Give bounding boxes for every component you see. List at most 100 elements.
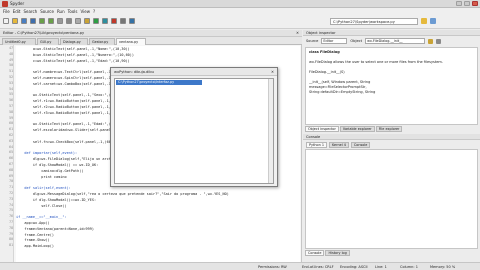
code-line: print camino <box>16 174 67 179</box>
status-bar: Permissions: RW End-of-lines: CRLF Encod… <box>0 262 480 270</box>
working-directory-input[interactable]: C:\Python27\Spyder\workspace.py <box>330 18 418 25</box>
menu-run[interactable]: Run <box>57 9 65 14</box>
line-number: 55 <box>9 92 13 97</box>
file-dialog: wxPython: dibuja.dibu ✕ C:\Python27\proy… <box>110 67 278 187</box>
editor-header: Editor - C:\Python27\Lib\proyecto\ventan… <box>0 30 302 37</box>
line-number: 80 <box>9 237 13 242</box>
maximize-button[interactable] <box>464 1 470 6</box>
object-label: Object <box>350 39 363 43</box>
right-pane: Object inspector Source Editor Object wx… <box>303 30 480 262</box>
tab-dialogs[interactable]: Dialogs.py <box>60 38 88 45</box>
tab-variable-explorer[interactable]: Variable explorer <box>339 126 375 132</box>
menu-search[interactable]: Search <box>23 9 37 14</box>
stop-icon[interactable] <box>111 18 117 24</box>
code-line: self.Close() <box>16 203 67 208</box>
minimize-button[interactable] <box>456 1 462 6</box>
dialog-file-list[interactable]: C:\Python27\proyecto\Interfaz.py <box>114 78 274 184</box>
tab-ventana[interactable]: ventana.py <box>116 38 146 45</box>
code-line: c=wx.StaticText(self.panel,-1,"Edad:",(1… <box>16 58 130 63</box>
line-number: 49 <box>9 57 13 62</box>
status-memory: Memory: 50 % <box>430 265 456 269</box>
parent-folder-icon[interactable] <box>430 18 436 24</box>
python-icon[interactable] <box>129 18 135 24</box>
redo-icon[interactable] <box>48 18 54 24</box>
tab-untitled[interactable]: Untitled0.py <box>2 38 36 45</box>
close-pane-icon[interactable]: ✕ <box>296 30 299 37</box>
line-number: 61 <box>9 127 13 132</box>
code-line: camino=dlg.GetPath() <box>16 168 84 173</box>
save-icon[interactable] <box>21 18 27 24</box>
line-number: 81 <box>9 243 13 248</box>
debug-icon[interactable] <box>102 18 108 24</box>
paste-icon[interactable] <box>75 18 81 24</box>
line-number: 59 <box>9 115 13 120</box>
line-number: 71 <box>9 185 13 190</box>
source-select[interactable]: Editor <box>321 38 348 44</box>
inspector-text-line: String defaultDir=EmptyString, String <box>309 90 376 94</box>
status-eol: End-of-lines: CRLF <box>302 265 334 269</box>
close-window-button[interactable] <box>472 1 478 6</box>
line-number: 52 <box>9 75 13 79</box>
window-title: Spyder <box>10 1 25 6</box>
line-number: 60 <box>9 121 13 126</box>
tab-console[interactable]: Console <box>350 141 371 148</box>
code-line: app=wx.App() <box>16 221 50 225</box>
menu-source[interactable]: Source <box>40 9 54 14</box>
tab-history-log[interactable]: History log <box>325 250 350 256</box>
line-number: 67 <box>9 162 13 166</box>
editor-header-label: Editor - C:\Python27\Lib\proyecto\ventan… <box>3 31 85 35</box>
line-number: 73 <box>9 196 13 201</box>
line-number: 76 <box>9 214 13 219</box>
editor-tabs: Untitled0.py GUI.py Dialogs.py Gestor.py… <box>0 37 302 45</box>
undo-icon[interactable] <box>39 18 45 24</box>
tab-python-console[interactable]: Python 1 <box>306 141 327 148</box>
run-icon[interactable] <box>93 18 99 24</box>
open-file-icon[interactable] <box>12 18 18 24</box>
object-inspector-content: class FileDialog wx.FileDialog allows th… <box>305 47 478 125</box>
copy-icon[interactable] <box>66 18 72 24</box>
menu-edit[interactable]: Edit <box>13 9 21 14</box>
find-icon[interactable] <box>84 18 90 24</box>
save-all-icon[interactable] <box>30 18 36 24</box>
menu-file[interactable]: File <box>3 9 10 14</box>
menu-tools[interactable]: Tools <box>68 9 78 14</box>
options-icon[interactable] <box>436 38 442 44</box>
status-encoding: Encoding: ASCII <box>340 265 368 269</box>
object-inspector-bar: Source Editor Object wx.FileDialog.__ini… <box>303 36 480 46</box>
cut-icon[interactable] <box>57 18 63 24</box>
code-line: app.MainLoop() <box>16 244 54 249</box>
line-number: 58 <box>9 109 13 114</box>
selected-file-item[interactable]: C:\Python27\proyecto\Interfaz.py <box>116 80 202 85</box>
spyder-logo-icon <box>2 1 8 7</box>
tab-gestor[interactable]: Gestor.py <box>89 38 115 45</box>
object-input[interactable]: wx.FileDialog.__init__ <box>365 38 426 44</box>
code-line: frame.Centre() <box>16 232 54 237</box>
status-permissions: Permissions: RW <box>258 265 287 269</box>
line-number: 56 <box>9 98 13 103</box>
line-number: 50 <box>9 63 13 68</box>
line-number: 68 <box>9 167 13 172</box>
tab-object-inspector[interactable]: Object inspector <box>305 126 339 132</box>
code-line: if __name__=="__main__": <box>16 215 67 220</box>
lock-icon[interactable] <box>428 38 434 44</box>
dialog-titlebar: wxPython: dibuja.dibu ✕ <box>111 68 277 76</box>
console-output[interactable] <box>305 149 478 249</box>
object-inspector-tabs: Object inspector Variable explorer File … <box>305 126 478 133</box>
settings-icon[interactable] <box>120 18 126 24</box>
tab-file-explorer[interactable]: File explorer <box>375 126 403 132</box>
line-number: 77 <box>9 220 13 224</box>
code-line: frame.Show() <box>16 238 50 243</box>
dialog-scrollbar[interactable] <box>268 79 273 183</box>
line-number: 57 <box>9 104 13 108</box>
browse-folder-icon[interactable] <box>421 18 427 24</box>
new-file-icon[interactable] <box>3 18 9 24</box>
tab-console-bottom[interactable]: Console <box>305 250 325 256</box>
menu-view[interactable]: View <box>80 9 90 14</box>
line-number: 75 <box>9 208 13 213</box>
close-icon[interactable]: ✕ <box>271 68 274 76</box>
tab-gui[interactable]: GUI.py <box>37 38 59 45</box>
menu-help[interactable]: ? <box>93 9 95 14</box>
source-label: Source <box>306 39 319 43</box>
status-column: Column: 1 <box>400 265 418 269</box>
tab-kernel[interactable]: Kernel 4 <box>329 141 349 148</box>
